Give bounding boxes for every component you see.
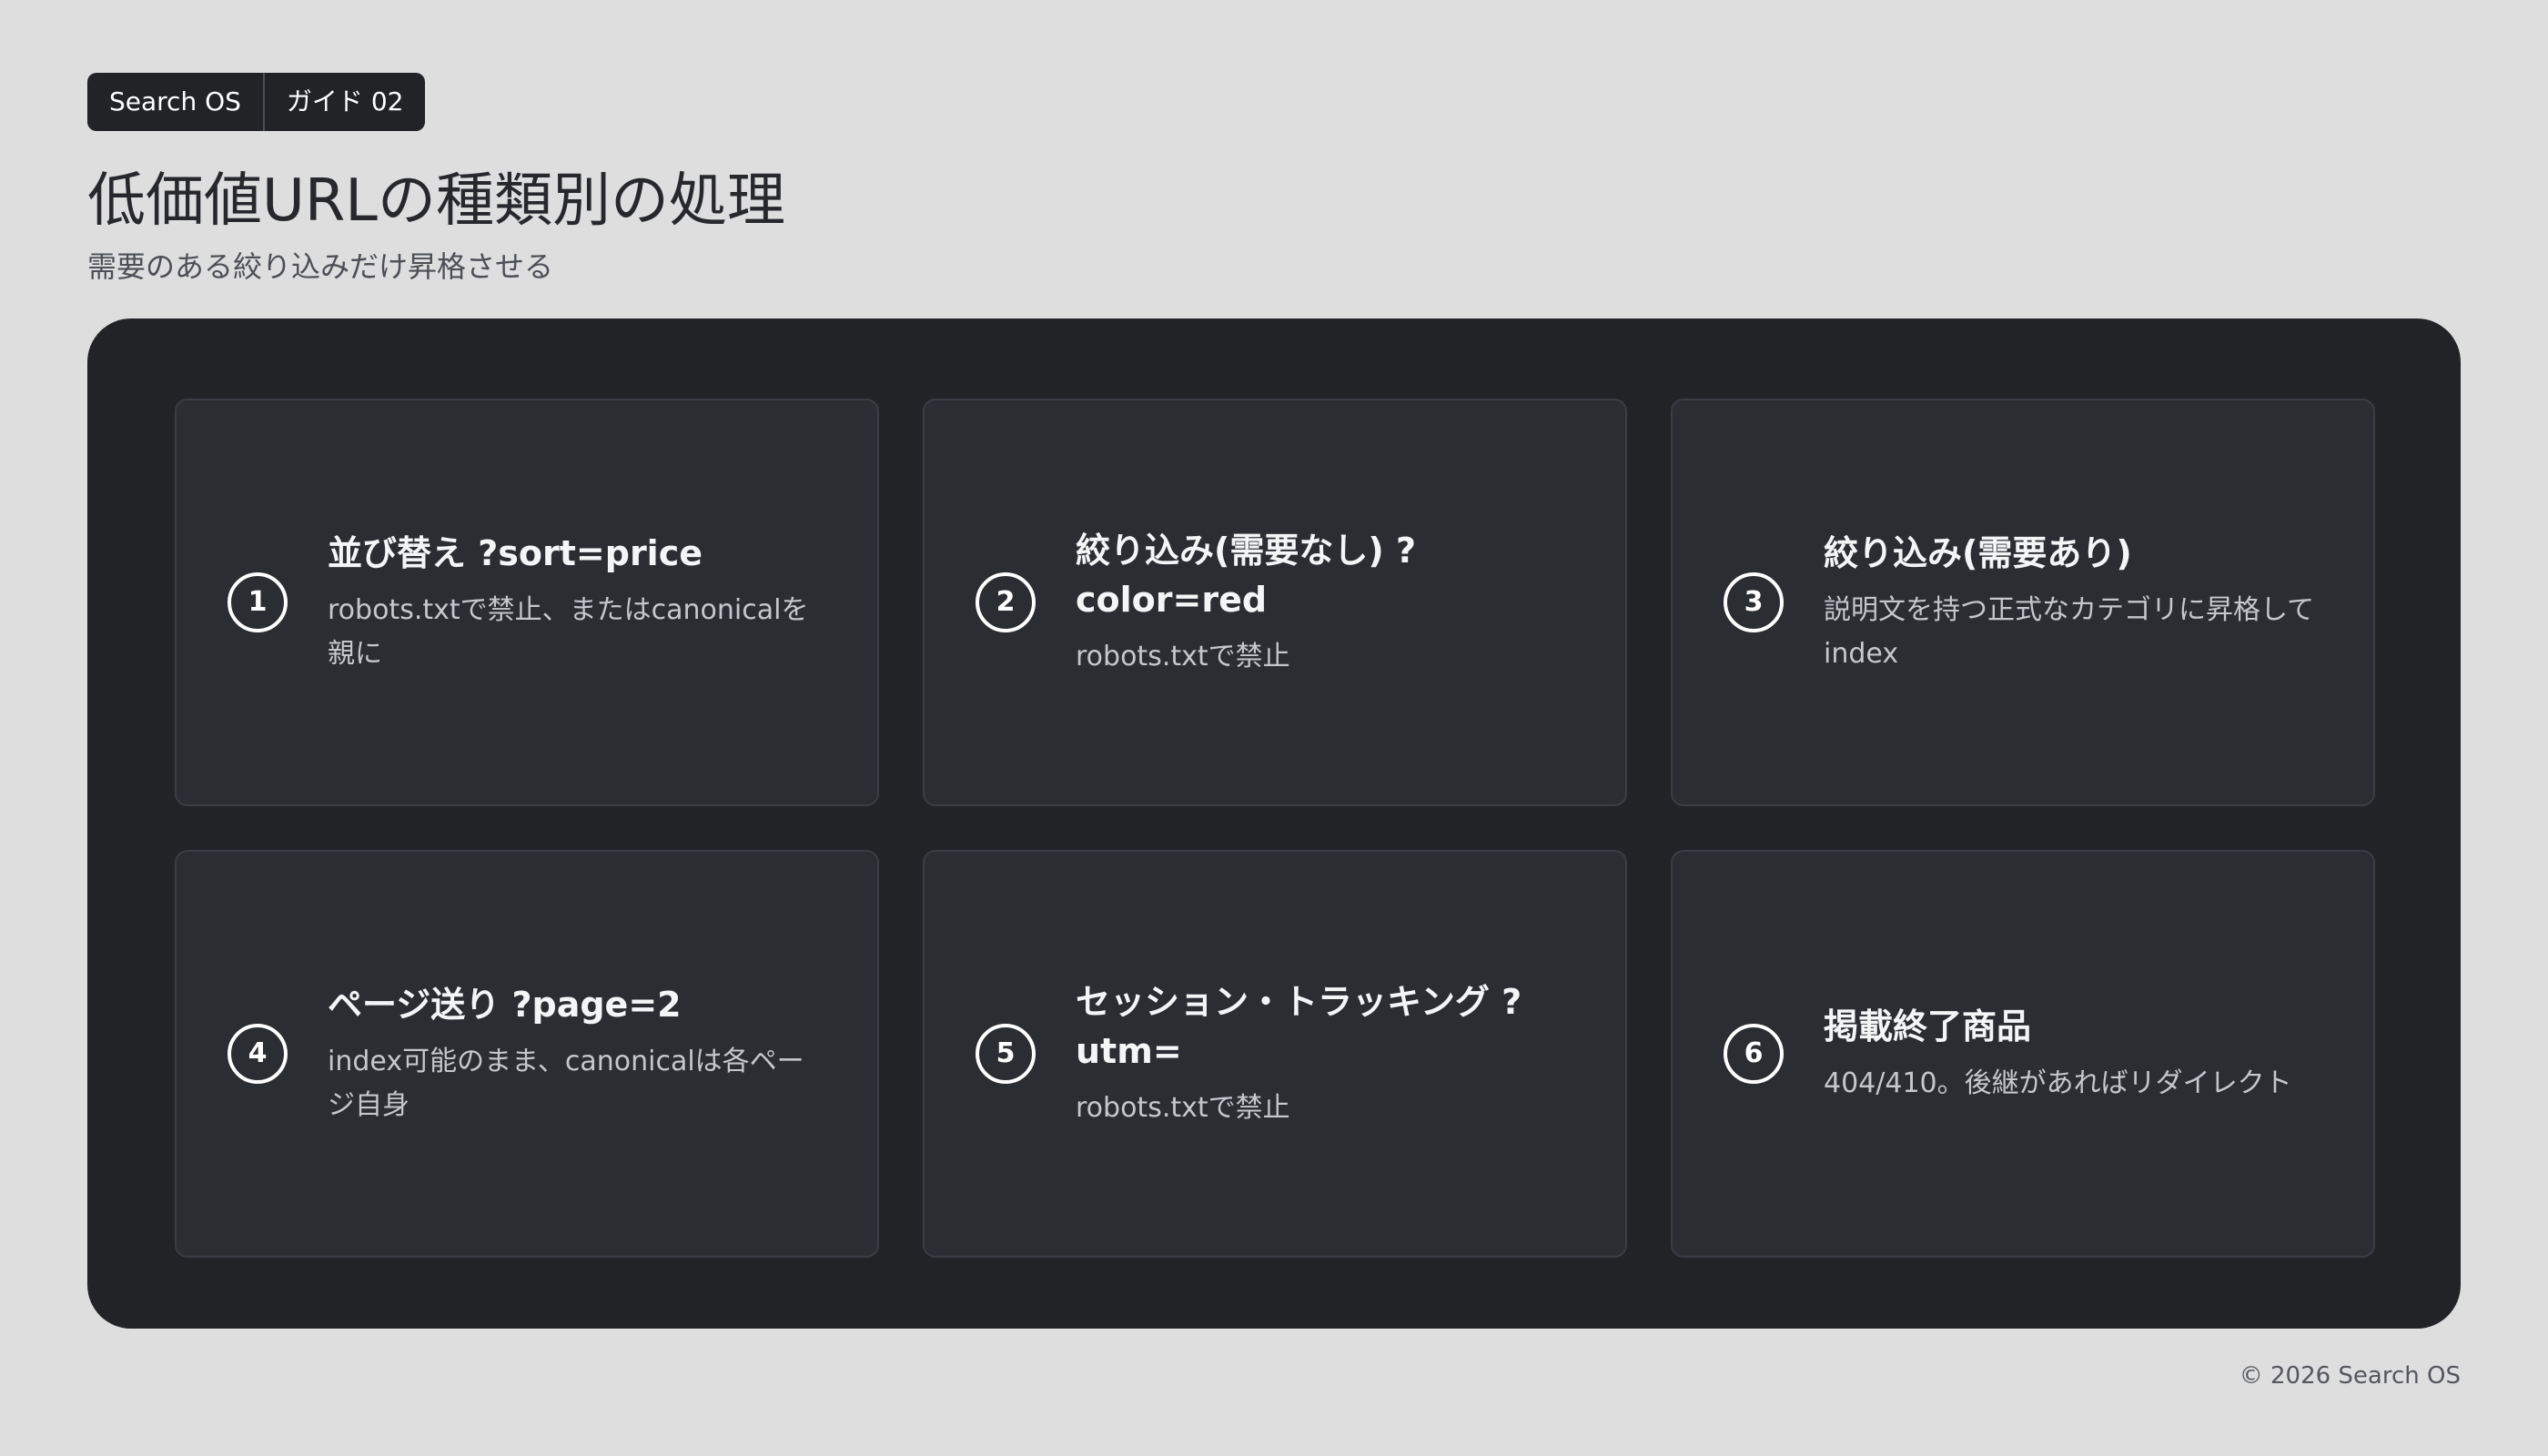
card-session-tracking: 5 セッション・トラッキング ?utm= robots.txtで禁止 <box>923 850 1627 1258</box>
guide-badge: Search OS ガイド 02 <box>87 73 426 131</box>
card-sort: 1 並び替え ?sort=price robots.txtで禁止、またはcano… <box>175 399 879 806</box>
guide-label: ガイド 02 <box>286 86 404 116</box>
card-text: 絞り込み(需要あり) 説明文を持つ正式なカテゴリに昇格してindex <box>1824 529 2322 676</box>
step-number-2: 2 <box>976 572 1036 632</box>
card-title: 絞り込み(需要なし) ?color=red <box>1076 531 1417 620</box>
page-title: 低価値URLの種類別の処理 <box>87 167 785 235</box>
page-subtitle: 需要のある絞り込みだけ昇格させる <box>87 249 554 284</box>
card-pagination: 4 ページ送り ?page=2 index可能のまま、canonicalは各ペー… <box>175 850 879 1258</box>
card-filter-with-demand: 3 絞り込み(需要あり) 説明文を持つ正式なカテゴリに昇格してindex <box>1671 399 2375 806</box>
card-text: 掲載終了商品 404/410。後継があればリダイレクト <box>1824 1002 2322 1106</box>
step-number-1: 1 <box>228 572 288 632</box>
card-description: 404/410。後継があればリダイレクト <box>1824 1067 2292 1099</box>
card-title: ページ送り ?page=2 <box>328 985 682 1025</box>
card-title: 並び替え ?sort=price <box>328 533 703 573</box>
card-discontinued-product: 6 掲載終了商品 404/410。後継があればリダイレクト <box>1671 850 2375 1258</box>
step-number-5: 5 <box>976 1024 1036 1084</box>
card-title: 掲載終了商品 <box>1824 1006 2032 1046</box>
card-description: robots.txtで禁止、またはcanonicalを親に <box>328 594 809 670</box>
card-text: 絞り込み(需要なし) ?color=red robots.txtで禁止 <box>1076 526 1574 679</box>
card-description: robots.txtで禁止 <box>1076 641 1290 672</box>
step-number-6: 6 <box>1724 1024 1784 1084</box>
card-title: 絞り込み(需要あり) <box>1824 533 2132 573</box>
card-description: 説明文を持つ正式なカテゴリに昇格してindex <box>1824 594 2315 670</box>
card-text: ページ送り ?page=2 index可能のまま、canonicalは各ページ自… <box>328 980 826 1127</box>
card-description: robots.txtで禁止 <box>1076 1092 1290 1124</box>
card-title: セッション・トラッキング ?utm= <box>1076 982 1522 1071</box>
card-text: 並び替え ?sort=price robots.txtで禁止、またはcanoni… <box>328 529 826 676</box>
step-number-4: 4 <box>228 1024 288 1084</box>
footer-copyright: © 2026 Search OS <box>2239 1362 2461 1390</box>
brand-label: Search OS <box>109 86 241 116</box>
card-description: index可能のまま、canonicalは各ページ自身 <box>328 1046 804 1121</box>
content-panel: 1 並び替え ?sort=price robots.txtで禁止、またはcano… <box>87 318 2461 1329</box>
card-grid: 1 並び替え ?sort=price robots.txtで禁止、またはcano… <box>175 399 2375 1258</box>
card-filter-no-demand: 2 絞り込み(需要なし) ?color=red robots.txtで禁止 <box>923 399 1627 806</box>
card-text: セッション・トラッキング ?utm= robots.txtで禁止 <box>1076 977 1574 1130</box>
step-number-3: 3 <box>1724 572 1784 632</box>
